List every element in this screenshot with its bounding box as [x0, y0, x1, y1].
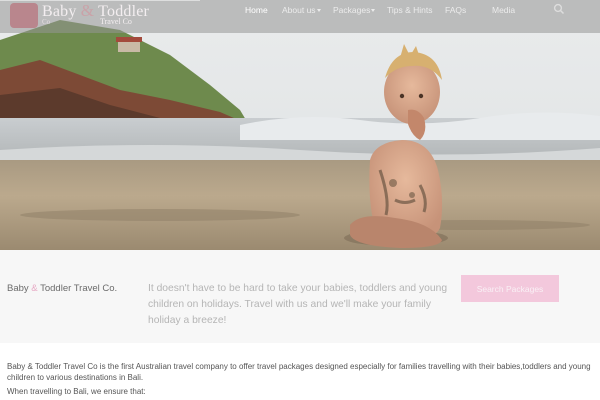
hero-beach-photo — [0, 0, 600, 250]
chevron-down-icon — [371, 9, 376, 13]
logo-wordmark: Baby & Toddler — [42, 1, 149, 21]
brand-part1: Baby — [7, 283, 29, 294]
hero-image — [0, 0, 600, 250]
logo-mark-icon — [10, 3, 38, 28]
tagline-text: It doesn't have to be hard to take your … — [148, 283, 448, 326]
nav-item-home[interactable]: Home — [245, 5, 268, 15]
intro-lead: When travelling to Bali, we ensure that: — [7, 387, 146, 396]
search-icon[interactable] — [553, 3, 565, 15]
logo-small-text: Co — [42, 18, 51, 26]
nav-item-about-us-label: About us — [282, 5, 316, 15]
nav-item-about-us[interactable]: About us — [282, 5, 321, 15]
nav-item-media[interactable]: Media — [492, 5, 515, 15]
nav-item-packages[interactable]: Packages — [333, 5, 376, 15]
nav-item-tips-hints[interactable]: Tips & Hints — [387, 5, 433, 15]
nav-item-packages-label: Packages — [333, 5, 371, 15]
nav-item-faqs[interactable]: FAQs — [445, 5, 466, 15]
tagline-section: Baby & Toddler Travel Co. It doesn't hav… — [0, 250, 600, 343]
brand-part2: Toddler Travel Co. — [40, 283, 118, 294]
brand-ampersand: & — [31, 283, 38, 294]
search-packages-button[interactable]: Search Packages — [461, 275, 559, 302]
brand-name: Baby & Toddler Travel Co. — [7, 283, 117, 294]
intro-paragraph: Baby & Toddler Travel Co is the first Au… — [7, 362, 591, 382]
logo-subtitle: Travel Co — [100, 17, 132, 26]
top-nav-bar: Baby & Toddler Co Travel Co Home About u… — [0, 0, 600, 33]
site-logo[interactable]: Baby & Toddler Co Travel Co — [0, 0, 150, 33]
logo-ampersand: & — [80, 1, 95, 20]
chevron-down-icon — [316, 9, 321, 13]
